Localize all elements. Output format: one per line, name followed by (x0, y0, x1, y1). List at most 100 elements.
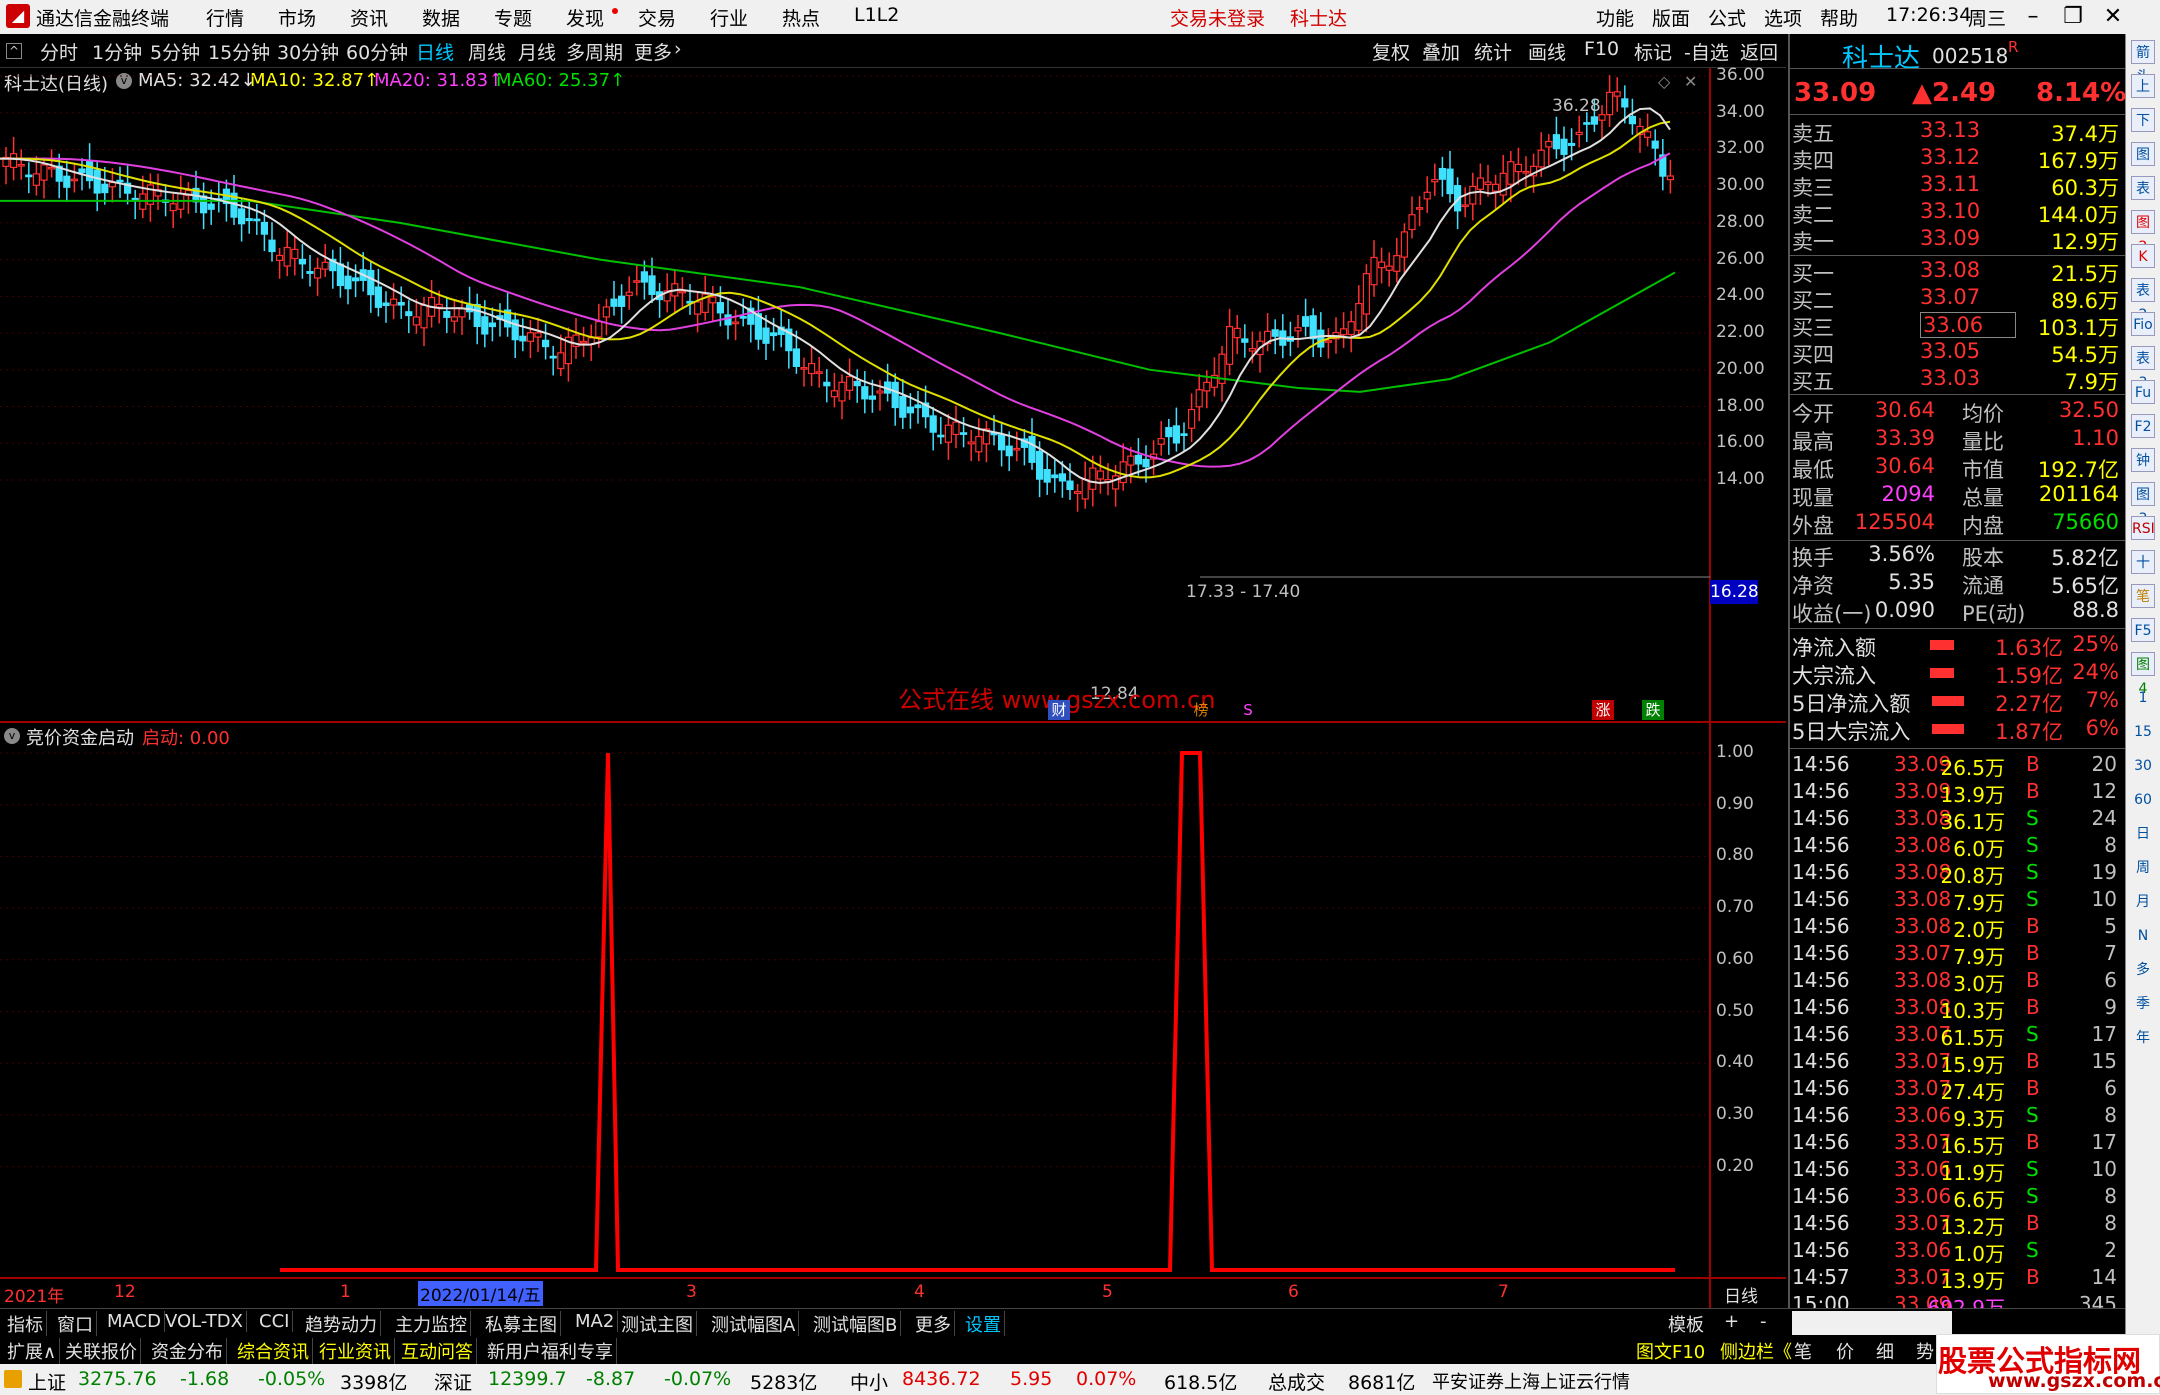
side-23-icon[interactable]: 日 (2131, 822, 2155, 846)
ask-price[interactable]: 33.09 (1920, 226, 1980, 250)
marker-s[interactable]: S (1240, 700, 1256, 720)
tab-4[interactable]: CCI (256, 1311, 294, 1332)
side-16-icon[interactable]: 笔 (2131, 584, 2155, 608)
tf-weekly[interactable]: 周线 (468, 38, 506, 65)
side-26-icon[interactable]: N (2131, 924, 2155, 948)
tab-9[interactable]: 测试主图 (618, 1311, 697, 1337)
menu-gongshi[interactable]: 公式 (1708, 4, 1746, 31)
side-17-icon[interactable]: F5 (2131, 618, 2155, 642)
side-3-icon[interactable]: 图 (2131, 142, 2155, 166)
ext-right-0[interactable]: 图文F10 (1636, 1338, 1705, 1364)
marker-bang[interactable]: 榜 (1190, 700, 1212, 720)
ask-price[interactable]: 33.12 (1920, 145, 1980, 169)
bid-price[interactable]: 33.06 (1920, 312, 2016, 338)
tick-list[interactable]: 14:56 33.09 26.5万 B 20 14:56 33.09 13.9万 B 12 14:5… (1790, 752, 2125, 1322)
btn-fanhui[interactable]: 返回 (1740, 38, 1778, 65)
tab-13[interactable]: 设置 (962, 1311, 1005, 1337)
tf-5min[interactable]: 5分钟 (150, 38, 200, 65)
side-4-icon[interactable]: 表 (2131, 176, 2155, 200)
tab-1[interactable]: 窗口 (54, 1311, 97, 1337)
tab-3[interactable]: VOL-TDX (162, 1311, 247, 1332)
bid-price[interactable]: 33.07 (1920, 285, 1980, 309)
side-8-icon[interactable]: Fio (2131, 312, 2155, 336)
menu-xuanxiang[interactable]: 选项 (1764, 4, 1802, 31)
tab-10[interactable]: 测试幅图A (708, 1311, 800, 1337)
btn-f10[interactable]: F10 (1584, 38, 1619, 60)
ext-right-4[interactable]: 细 (1876, 1338, 1894, 1364)
menu-zixun[interactable]: 资讯 (350, 4, 388, 31)
side-9-icon[interactable]: 表3 (2131, 346, 2155, 391)
ask-price[interactable]: 33.11 (1920, 172, 1980, 196)
side-29-icon[interactable]: 年 (2131, 1026, 2155, 1050)
side-13-icon[interactable]: 图3 (2131, 482, 2155, 527)
menu-l1l2[interactable]: L1L2 (854, 4, 899, 26)
side-12-icon[interactable]: 钟 (2131, 448, 2155, 472)
ext-tab-4[interactable]: 行业资讯 (316, 1338, 395, 1364)
ext-right-2[interactable]: 笔 (1794, 1338, 1812, 1364)
btn-zixuan[interactable]: -自选 (1684, 38, 1729, 65)
tf-1min[interactable]: 1分钟 (92, 38, 142, 65)
btn-tongji[interactable]: 统计 (1474, 38, 1512, 65)
tab-8[interactable]: MA2 (572, 1311, 619, 1332)
tab-0[interactable]: 指标 (4, 1311, 47, 1337)
side-18-icon[interactable]: 图4 (2131, 652, 2155, 697)
tab-2[interactable]: MACD (104, 1311, 165, 1332)
btn-biaoji[interactable]: 标记 (1634, 38, 1672, 65)
ext-tab-6[interactable]: 新用户福利专享 (484, 1338, 617, 1364)
indicator-options-icon[interactable]: v (4, 728, 20, 744)
ext-right-3[interactable]: 价 (1836, 1338, 1854, 1364)
bid-price[interactable]: 33.08 (1920, 258, 1980, 282)
side-7-icon[interactable]: 表2 (2131, 278, 2155, 323)
ext-tab-0[interactable]: 扩展∧ (4, 1338, 61, 1364)
tab-7[interactable]: 私募主图 (482, 1311, 561, 1337)
tf-60min[interactable]: 60分钟 (346, 38, 408, 65)
side-28-icon[interactable]: 季 (2131, 992, 2155, 1016)
tab-5[interactable]: 趋势动力 (302, 1311, 381, 1337)
btn-diejia[interactable]: 叠加 (1422, 38, 1460, 65)
chart-pane[interactable]: 科士达(日线) v MA5: 32.42↓ MA10: 32.87↑ MA20:… (0, 65, 1786, 1308)
tf-fenshi[interactable]: 分时 (40, 38, 78, 65)
bid-price[interactable]: 33.03 (1920, 366, 1980, 390)
tab-remove[interactable]: - (1760, 1311, 1767, 1332)
ext-tab-5[interactable]: 互动问答 (398, 1338, 477, 1364)
ask-price[interactable]: 33.13 (1920, 118, 1980, 142)
side-14-icon[interactable]: RSI (2131, 516, 2155, 540)
menu-jiaoyi[interactable]: 交易 (638, 4, 676, 31)
status-icon[interactable] (4, 1370, 22, 1388)
side-11-icon[interactable]: F2 (2131, 414, 2155, 438)
collapse-up-icon[interactable]: ^ (6, 43, 22, 59)
menu-hangye[interactable]: 行业 (710, 4, 748, 31)
side-24-icon[interactable]: 周 (2131, 856, 2155, 880)
marker-cai[interactable]: 财 (1048, 700, 1070, 720)
side-10-icon[interactable]: Fu (2131, 380, 2155, 404)
minimize-icon[interactable]: – (2018, 2, 2048, 32)
ext-tab-2[interactable]: 资金分布 (148, 1338, 227, 1364)
side-5-icon[interactable]: 图2 (2131, 210, 2155, 255)
bid-price[interactable]: 33.05 (1920, 339, 1980, 363)
ext-right-5[interactable]: 势 (1916, 1338, 1934, 1364)
side-6-icon[interactable]: K (2131, 244, 2155, 268)
menu-gongneng[interactable]: 功能 (1596, 4, 1634, 31)
tf-monthly[interactable]: 月线 (518, 38, 556, 65)
ext-right-1[interactable]: 侧边栏《 (1720, 1338, 1792, 1364)
ask-price[interactable]: 33.10 (1920, 199, 1980, 223)
tf-15min[interactable]: 15分钟 (208, 38, 270, 65)
tab-template[interactable]: 模板 (1668, 1311, 1704, 1337)
side-21-icon[interactable]: 30 (2131, 754, 2155, 778)
menu-hangqing[interactable]: 行情 (206, 4, 244, 31)
btn-fuquan[interactable]: 复权 (1372, 38, 1410, 65)
tab-11[interactable]: 测试幅图B (810, 1311, 902, 1337)
side-20-icon[interactable]: 15 (2131, 720, 2155, 744)
tab-add[interactable]: + (1724, 1311, 1739, 1332)
side-25-icon[interactable]: 月 (2131, 890, 2155, 914)
menu-banmian[interactable]: 版面 (1652, 4, 1690, 31)
menu-faxian[interactable]: 发现 (566, 4, 604, 31)
ext-tab-1[interactable]: 关联报价 (62, 1338, 141, 1364)
tab-6[interactable]: 主力监控 (392, 1311, 471, 1337)
tf-30min[interactable]: 30分钟 (277, 38, 339, 65)
side-19-icon[interactable]: 1 (2131, 686, 2155, 710)
marker-die[interactable]: 跌 (1642, 700, 1664, 720)
tf-multi[interactable]: 多周期 (566, 38, 623, 65)
restore-icon[interactable]: ❐ (2058, 2, 2088, 32)
menu-shuju[interactable]: 数据 (422, 4, 460, 31)
